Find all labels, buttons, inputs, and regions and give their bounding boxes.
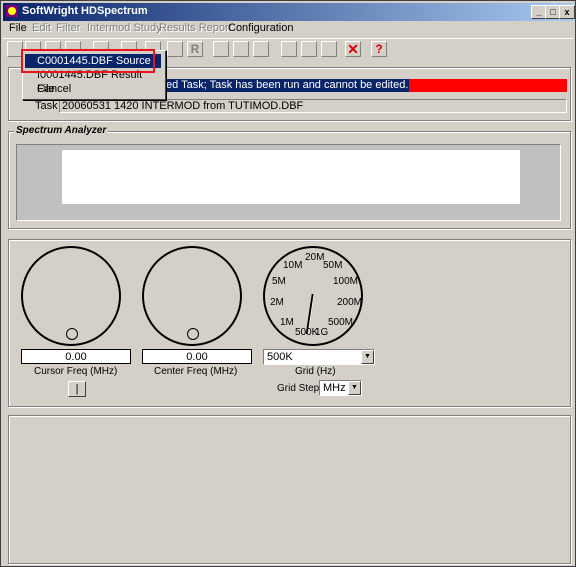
grid-dial-label: 50M xyxy=(323,260,343,271)
window-title: SoftWright HDSpectrum xyxy=(22,5,148,17)
grid-select[interactable]: 500K ▼ xyxy=(263,349,375,365)
task-label: Task xyxy=(35,100,58,112)
grid-dial-label: 200M xyxy=(337,297,363,308)
chevron-down-icon[interactable]: ▼ xyxy=(361,350,374,364)
grid-dial-label: 100M xyxy=(333,276,359,287)
spectrum-plot-area xyxy=(62,150,520,204)
print-preview-icon[interactable] xyxy=(213,41,229,57)
grid-dial-label: 1G xyxy=(315,327,329,338)
menu-configuration[interactable]: Configuration xyxy=(228,22,293,34)
center-freq-input[interactable]: 0.00 xyxy=(142,349,252,364)
expand-icon[interactable] xyxy=(167,41,183,57)
help-icon[interactable]: ? xyxy=(371,41,387,57)
grid-step-value: MHz xyxy=(323,382,346,394)
center-freq-label: Center Freq (MHz) xyxy=(154,366,238,377)
cursor-marker-button[interactable]: | xyxy=(68,381,86,397)
grid-dial-label: 5M xyxy=(272,276,286,287)
grid-dial-label: 2M xyxy=(270,297,284,308)
cursor-knob-indicator xyxy=(66,328,78,340)
app-icon xyxy=(6,5,18,17)
title-bar: SoftWright HDSpectrum _ □ x xyxy=(3,3,575,21)
cursor-freq-knob[interactable] xyxy=(21,246,121,346)
grid-dial[interactable]: 20M 10M 50M 5M 100M 2M 200M 1M 500M 500K… xyxy=(263,246,363,346)
menu-item-cancel[interactable]: Cancel xyxy=(25,82,161,96)
exit-icon[interactable]: ✕ xyxy=(345,41,361,57)
grid-dial-label: 20M xyxy=(305,252,325,263)
results-group xyxy=(8,415,571,564)
cursor-freq-input[interactable]: 0.00 xyxy=(21,349,131,364)
highlight-callout-box xyxy=(21,49,155,73)
center-freq-knob[interactable] xyxy=(142,246,242,346)
app-window: SoftWright HDSpectrum _ □ x File Edit Fi… xyxy=(0,0,576,567)
menu-file[interactable]: File xyxy=(9,22,27,34)
task-field: 20060531 1420 INTERMOD from TUTIMOD.DBF xyxy=(59,99,567,113)
menu-intermod-study[interactable]: Intermod Study xyxy=(87,22,162,34)
chevron-down-icon[interactable]: ▼ xyxy=(348,381,361,395)
document-icon[interactable] xyxy=(233,41,249,57)
grid-dial-label: 1M xyxy=(280,317,294,328)
spectrum-display xyxy=(16,144,561,221)
grid-step-select[interactable]: MHz ▼ xyxy=(319,380,362,396)
grid-step-label: Grid Step xyxy=(277,383,320,394)
close-window-button[interactable]: x xyxy=(559,5,575,19)
grid-label: Grid (Hz) xyxy=(295,366,336,377)
grid-dial-label: 10M xyxy=(283,260,303,271)
center-knob-indicator xyxy=(187,328,199,340)
grid-select-value: 500K xyxy=(267,351,293,363)
menu-filter[interactable]: Filter xyxy=(56,22,80,34)
report-r-icon[interactable]: R xyxy=(187,41,203,57)
list-icon[interactable] xyxy=(253,41,269,57)
spectrum-title: Spectrum Analyzer xyxy=(14,125,109,136)
check-doc-icon[interactable] xyxy=(301,41,317,57)
task-status-text: ed Task; Task has been run and cannot be… xyxy=(165,79,410,92)
export-icon[interactable] xyxy=(321,41,337,57)
printer-icon[interactable] xyxy=(281,41,297,57)
menu-results-report[interactable]: Results Report xyxy=(159,22,232,34)
cursor-freq-label: Cursor Freq (MHz) xyxy=(34,366,118,377)
menu-edit[interactable]: Edit xyxy=(32,22,51,34)
menu-bar: File Edit Filter Intermod Study Results … xyxy=(3,21,573,37)
grid-dial-label: 500M xyxy=(328,317,354,328)
